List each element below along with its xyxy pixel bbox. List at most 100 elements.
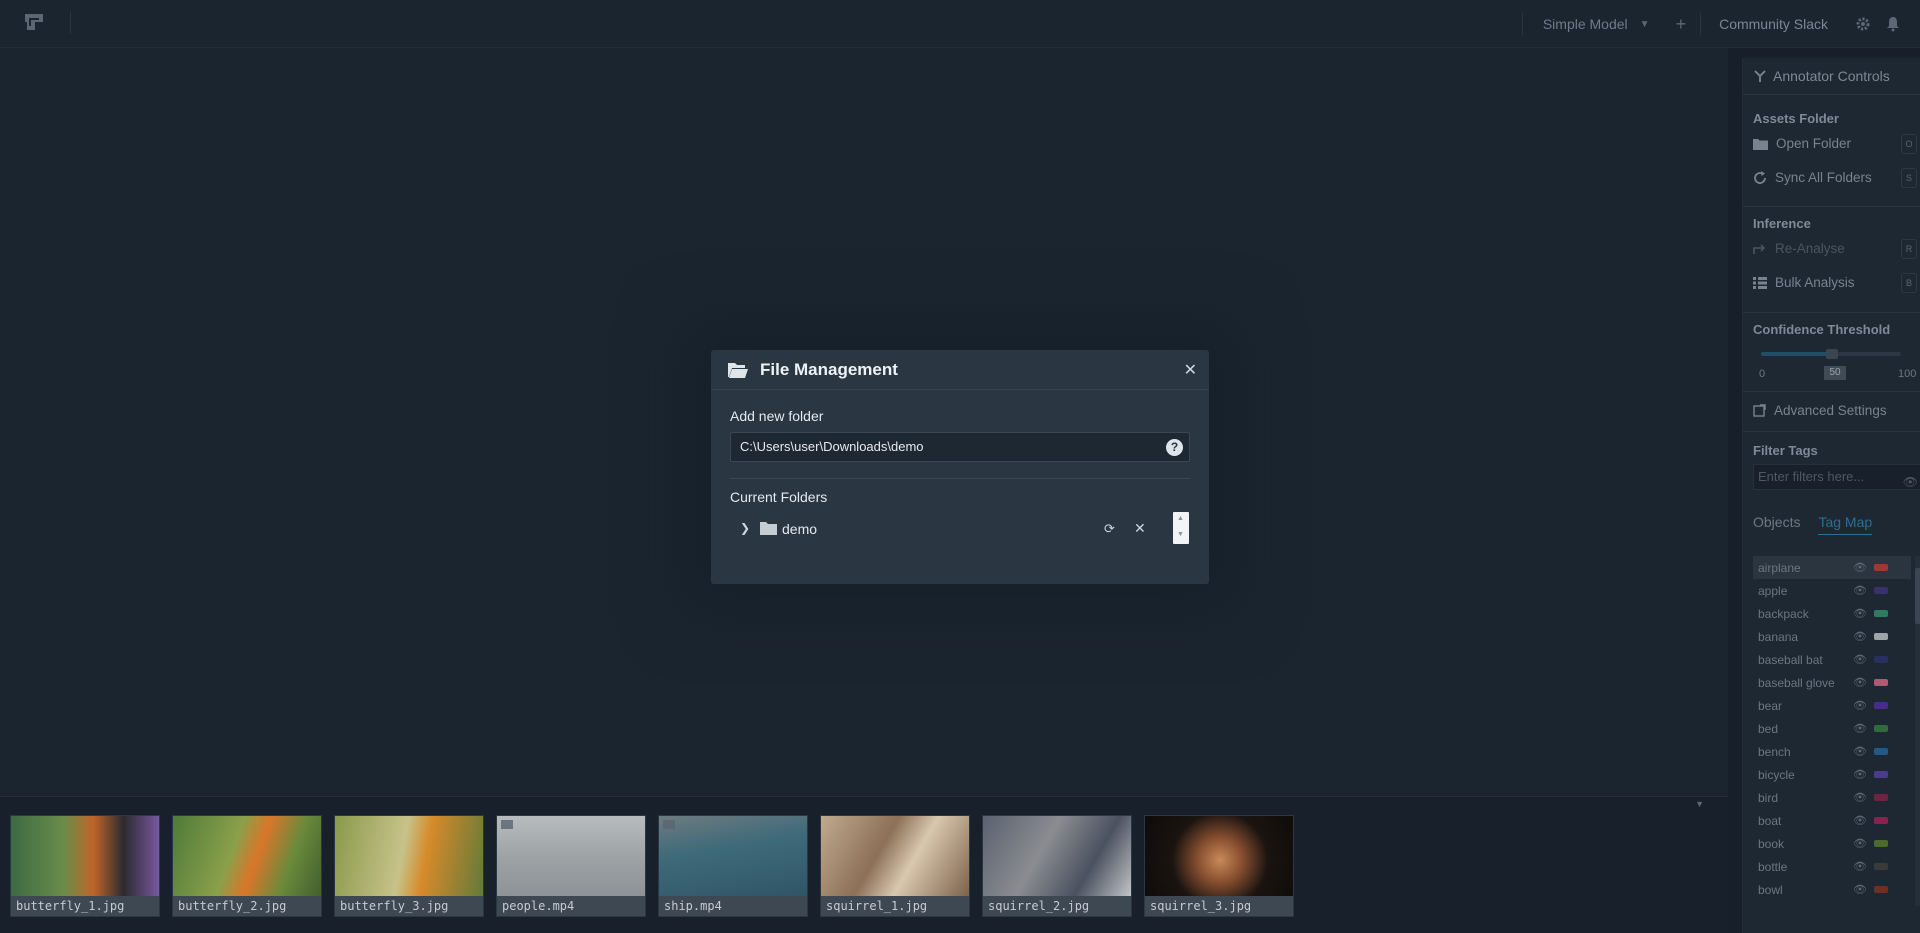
scroll-up-icon[interactable]: ▲	[1177, 515, 1184, 522]
tab-objects[interactable]: Objects	[1753, 514, 1800, 535]
tag-color-swatch[interactable]	[1874, 610, 1888, 617]
slider-fill	[1761, 352, 1831, 356]
eye-icon[interactable]: 👁	[1853, 584, 1867, 597]
eye-icon[interactable]: 👁	[1853, 630, 1867, 643]
eye-icon[interactable]: 👁	[1853, 791, 1867, 804]
tag-color-swatch[interactable]	[1874, 817, 1888, 824]
eye-icon[interactable]: 👁	[1853, 883, 1867, 896]
eye-icon[interactable]: 👁	[1903, 470, 1918, 494]
chevron-right-icon[interactable]: ❯	[740, 521, 750, 535]
help-icon[interactable]: ?	[1166, 439, 1183, 456]
tag-color-swatch[interactable]	[1874, 564, 1888, 571]
re-analyse-button[interactable]: Re-Analyse R	[1753, 238, 1920, 259]
thumbnail-label: people.mp4	[497, 896, 645, 916]
tag-row[interactable]: bicycle 👁	[1753, 763, 1911, 786]
scroll-down-icon[interactable]: ▼	[1177, 531, 1184, 538]
tag-row[interactable]: backpack 👁	[1753, 602, 1911, 625]
tag-color-swatch[interactable]	[1874, 633, 1888, 640]
tag-row[interactable]: baseball glove 👁	[1753, 671, 1911, 694]
thumbnail-image	[1145, 816, 1293, 896]
tag-row[interactable]: banana 👁	[1753, 625, 1911, 648]
close-icon[interactable]: ✕	[1184, 360, 1197, 380]
sidebar-title: Annotator Controls	[1753, 68, 1890, 84]
tag-list-scrollbar[interactable]	[1915, 556, 1920, 906]
filter-tags-input[interactable]: Enter filters here... 👁	[1753, 464, 1920, 490]
tag-row[interactable]: airplane 👁	[1753, 556, 1911, 579]
slider-handle[interactable]	[1826, 349, 1838, 359]
video-icon	[501, 820, 513, 829]
tag-color-swatch[interactable]	[1874, 679, 1888, 686]
sync-all-folders-button[interactable]: Sync All Folders S	[1753, 167, 1920, 188]
tag-color-swatch[interactable]	[1874, 656, 1888, 663]
eye-icon[interactable]: 👁	[1853, 860, 1867, 873]
tag-row[interactable]: baseball bat 👁	[1753, 648, 1911, 671]
file-management-dialog: File Management ✕ Add new folder C:\User…	[711, 350, 1209, 584]
thumbnail-image	[335, 816, 483, 896]
remove-folder-icon[interactable]: ✕	[1134, 520, 1146, 537]
eye-icon[interactable]: 👁	[1853, 607, 1867, 620]
eye-icon[interactable]: 👁	[1853, 814, 1867, 827]
eye-icon[interactable]: 👁	[1853, 561, 1867, 574]
tag-row[interactable]: bed 👁	[1753, 717, 1911, 740]
sidebar-tabs: Objects Tag Map	[1753, 514, 1873, 535]
thumbnail-item[interactable]: people.mp4	[496, 815, 646, 917]
tag-color-swatch[interactable]	[1874, 794, 1888, 801]
thumbnail-item[interactable]: ship.mp4	[658, 815, 808, 917]
tag-color-swatch[interactable]	[1874, 587, 1888, 594]
sync-folder-icon[interactable]: ⟳	[1104, 521, 1115, 537]
sidebar-divider	[1743, 312, 1920, 313]
bulk-analysis-button[interactable]: Bulk Analysis B	[1753, 272, 1920, 293]
thumbnail-item[interactable]: butterfly_3.jpg	[334, 815, 484, 917]
tag-name: boat	[1758, 813, 1782, 828]
model-select[interactable]: Simple Model ▼	[1523, 16, 1668, 32]
tag-row[interactable]: bear 👁	[1753, 694, 1911, 717]
scrollbar-thumb[interactable]	[1915, 568, 1920, 624]
confidence-min-label: 0	[1759, 368, 1766, 380]
tag-color-swatch[interactable]	[1874, 725, 1888, 732]
thumbnail-item[interactable]: butterfly_2.jpg	[172, 815, 322, 917]
tag-color-swatch[interactable]	[1874, 886, 1888, 893]
tag-color-swatch[interactable]	[1874, 863, 1888, 870]
thumbnail-label: squirrel_2.jpg	[983, 896, 1131, 916]
tag-color-swatch[interactable]	[1874, 748, 1888, 755]
dialog-title: File Management	[760, 360, 898, 379]
folder-row[interactable]: ❯ demo ⟳ ✕	[730, 518, 1170, 540]
sidebar-title-label: Annotator Controls	[1773, 68, 1890, 84]
thumbnail-image	[983, 816, 1131, 896]
tag-row[interactable]: bowl 👁	[1753, 878, 1911, 901]
tag-row[interactable]: book 👁	[1753, 832, 1911, 855]
eye-icon[interactable]: 👁	[1853, 722, 1867, 735]
thumbnail-item[interactable]: squirrel_2.jpg	[982, 815, 1132, 917]
thumbnail-item[interactable]: squirrel_3.jpg	[1144, 815, 1294, 917]
folder-list-scrollbar[interactable]: ▲ ▼	[1173, 512, 1189, 544]
folder-path-input[interactable]: C:\Users\user\Downloads\demo ?	[730, 432, 1190, 462]
eye-icon[interactable]: 👁	[1853, 699, 1867, 712]
eye-icon[interactable]: 👁	[1853, 768, 1867, 781]
tag-row[interactable]: bench 👁	[1753, 740, 1911, 763]
eye-icon[interactable]: 👁	[1853, 837, 1867, 850]
thumbnail-item[interactable]: butterfly_1.jpg	[10, 815, 160, 917]
eye-icon[interactable]: 👁	[1853, 745, 1867, 758]
tag-color-swatch[interactable]	[1874, 702, 1888, 709]
confidence-slider[interactable]	[1761, 349, 1901, 359]
tab-tag-map[interactable]: Tag Map	[1818, 514, 1873, 535]
tag-color-swatch[interactable]	[1874, 771, 1888, 778]
tag-row[interactable]: apple 👁	[1753, 579, 1911, 602]
thumbnail-label: squirrel_3.jpg	[1145, 896, 1293, 916]
notification-bell-icon[interactable]	[1878, 16, 1908, 32]
tag-row[interactable]: bottle 👁	[1753, 855, 1911, 878]
advanced-settings-button[interactable]: Advanced Settings	[1753, 403, 1920, 418]
add-model-button[interactable]: +	[1668, 14, 1701, 35]
thumbnail-item[interactable]: squirrel_1.jpg	[820, 815, 970, 917]
tag-row[interactable]: boat 👁	[1753, 809, 1911, 832]
eye-icon[interactable]: 👁	[1853, 676, 1867, 689]
sync-icon	[1754, 170, 1766, 184]
app-logo-icon[interactable]	[22, 11, 48, 37]
collapse-strip-icon[interactable]: ▼	[1695, 799, 1704, 809]
tag-color-swatch[interactable]	[1874, 840, 1888, 847]
community-slack-link[interactable]: Community Slack	[1701, 16, 1848, 32]
eye-icon[interactable]: 👁	[1853, 653, 1867, 666]
tag-row[interactable]: bird 👁	[1753, 786, 1911, 809]
open-folder-button[interactable]: Open Folder O	[1753, 133, 1920, 154]
settings-gear-icon[interactable]	[1848, 16, 1878, 32]
